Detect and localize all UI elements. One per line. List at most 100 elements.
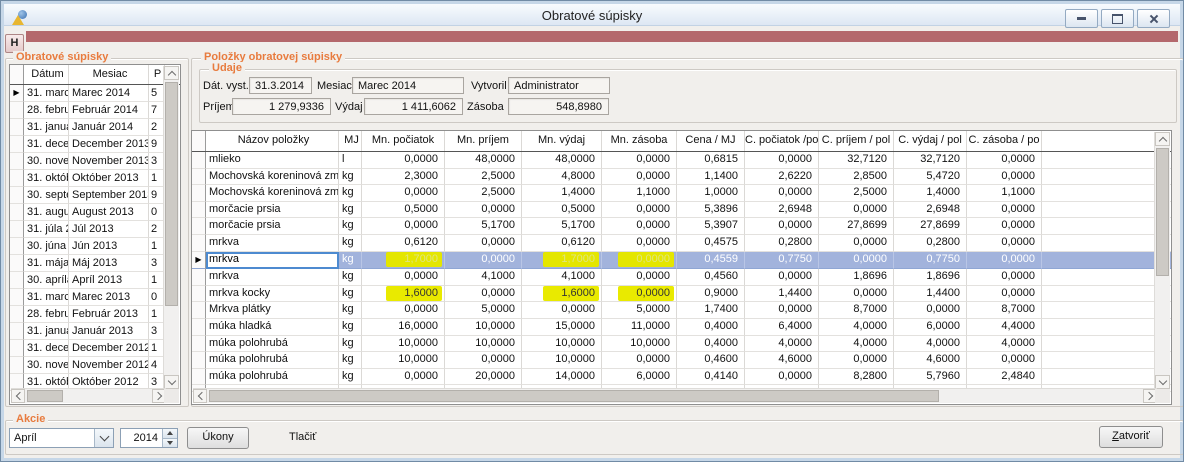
- spin-down-button[interactable]: [163, 438, 177, 448]
- column-header[interactable]: C. príjem / pol: [819, 131, 894, 151]
- value-cell: 32,7120: [819, 152, 894, 169]
- combo-dropdown-button[interactable]: [94, 429, 113, 447]
- ukony-button[interactable]: Úkony: [187, 427, 249, 449]
- table-row[interactable]: Mochovská koreninová zmeskg0,00002,50001…: [192, 185, 1171, 202]
- value-cell: 14,0000: [522, 369, 602, 386]
- scroll-down-button[interactable]: [1155, 375, 1170, 389]
- value-cell: 2,8500: [819, 169, 894, 186]
- value-cell: 0,0000: [602, 252, 677, 270]
- table-row[interactable]: Mochovská koreninová zmeskg2,30002,50004…: [192, 169, 1171, 186]
- table-row[interactable]: morčacie prsiakg0,50000,00000,50000,0000…: [192, 202, 1171, 219]
- table-row[interactable]: mrkvakg0,00004,10004,10000,00000,45600,0…: [192, 269, 1171, 286]
- list-item[interactable]: 31. decerDecember 20139: [10, 136, 180, 153]
- column-header[interactable]: Mn. výdaj: [522, 131, 602, 151]
- scroll-left-button[interactable]: [11, 389, 25, 403]
- value-cell: 2,4840: [967, 369, 1042, 386]
- unit-cell: l: [339, 152, 362, 169]
- name-cell: Mochovská koreninová zmes: [206, 185, 339, 202]
- column-header[interactable]: Cena / MJ: [677, 131, 745, 151]
- scrollbar-thumb[interactable]: [209, 390, 939, 402]
- scrollbar-thumb[interactable]: [165, 82, 178, 306]
- list-item[interactable]: 30. noverNovember 20124: [10, 357, 180, 374]
- scroll-up-button[interactable]: [1155, 132, 1170, 146]
- filler-cell: [1042, 152, 1171, 169]
- close-button[interactable]: Zatvoriť: [1099, 426, 1163, 448]
- column-header[interactable]: Dátum: [24, 65, 69, 84]
- close-window-button[interactable]: [1137, 9, 1170, 28]
- row-gutter: [10, 340, 24, 357]
- list-item[interactable]: 30. aprílaApríl 20131: [10, 272, 180, 289]
- chevron-left-icon: [15, 392, 23, 400]
- scrollbar-thumb[interactable]: [27, 390, 63, 402]
- value-cell: 0,4600: [677, 352, 745, 369]
- column-header[interactable]: Mn. zásoba: [602, 131, 677, 151]
- table-row[interactable]: mliekol0,000048,000048,00000,00000,68150…: [192, 152, 1171, 169]
- list-item[interactable]: 28. februFebruár 20147: [10, 102, 180, 119]
- value-cell: 4,1000: [445, 269, 522, 286]
- unit-cell: kg: [339, 352, 362, 369]
- list-item[interactable]: 31. januaJanuár 20133: [10, 323, 180, 340]
- list-vertical-scrollbar[interactable]: [163, 66, 179, 389]
- name-cell: Mochovská koreninová zmes: [206, 169, 339, 186]
- title-bar[interactable]: Obratové súpisky: [4, 4, 1180, 26]
- value-cell: 27,8699: [894, 218, 967, 235]
- value-cell: 5,7960: [894, 369, 967, 386]
- list-item[interactable]: 31. decerDecember 20121: [10, 340, 180, 357]
- value-cell: 48,0000: [522, 152, 602, 169]
- scrollbar-thumb[interactable]: [1156, 148, 1169, 276]
- list-item[interactable]: 28. februFebruár 20131: [10, 306, 180, 323]
- year-stepper[interactable]: 2014: [120, 428, 178, 448]
- column-header[interactable]: Mn. príjem: [445, 131, 522, 151]
- list-item[interactable]: ▶31. marcaMarec 20145: [10, 85, 180, 102]
- table-row[interactable]: múka polohrubákg0,000020,000014,00006,00…: [192, 369, 1171, 386]
- column-header[interactable]: C. výdaj / pol: [894, 131, 967, 151]
- list-item[interactable]: 30. noverNovember 20133: [10, 153, 180, 170]
- list-item[interactable]: 31. októbOktóber 20131: [10, 170, 180, 187]
- list-horizontal-scrollbar[interactable]: [11, 388, 166, 403]
- table-row[interactable]: mrkvakg0,61200,00000,61200,00000,45750,2…: [192, 235, 1171, 252]
- table-row[interactable]: mrkva kockykg1,60000,00001,60000,00000,9…: [192, 286, 1171, 303]
- list-item[interactable]: 31. júla 2Júl 20132: [10, 221, 180, 238]
- list-item[interactable]: 30. septeSeptember 20139: [10, 187, 180, 204]
- table-row[interactable]: múka polohrubákg10,00000,000010,00000,00…: [192, 352, 1171, 369]
- column-header[interactable]: Mn. počiatok: [362, 131, 445, 151]
- value-cell: 10,0000: [602, 336, 677, 353]
- list-item[interactable]: 31. marcaMarec 20130: [10, 289, 180, 306]
- value-cell: 0,0000: [522, 302, 602, 319]
- value-cell: 15,0000: [522, 319, 602, 336]
- value-cell: 1,4000: [894, 185, 967, 202]
- value-cell: 27,8699: [819, 218, 894, 235]
- dates-list-rows: ▶31. marcaMarec 2014528. februFebruár 20…: [10, 85, 180, 391]
- minimize-button[interactable]: [1065, 9, 1098, 28]
- filler-cell: [1042, 269, 1171, 286]
- column-header[interactable]: MJ: [339, 131, 362, 151]
- table-row[interactable]: múka polohrubákg10,000010,000010,000010,…: [192, 336, 1171, 353]
- name-cell: morčacie prsia: [206, 202, 339, 219]
- table-vertical-scrollbar[interactable]: [1154, 132, 1170, 389]
- month-cell: Marec 2014: [69, 85, 149, 102]
- list-item[interactable]: 31. mája 2Máj 20133: [10, 255, 180, 272]
- list-item[interactable]: 31. januaJanuár 20142: [10, 119, 180, 136]
- value-cell: 11,0000: [602, 319, 677, 336]
- column-header[interactable]: C. počiatok /po: [745, 131, 819, 151]
- table-row[interactable]: ▶mrkvakg1,70000,00001,70000,00000,45590,…: [192, 251, 1171, 270]
- column-header[interactable]: C. zásoba / po: [967, 131, 1042, 151]
- table-row[interactable]: múka hladkákg16,000010,000015,000011,000…: [192, 319, 1171, 336]
- scroll-left-button[interactable]: [193, 389, 207, 403]
- list-item[interactable]: 31. augusAugust 20130: [10, 204, 180, 221]
- row-gutter: [10, 187, 24, 204]
- items-table[interactable]: Názov položkyMJMn. počiatokMn. príjemMn.…: [191, 130, 1172, 405]
- table-row[interactable]: Mrkva plátkykg0,00005,00000,00005,00001,…: [192, 302, 1171, 319]
- table-row[interactable]: morčacie prsiakg0,00005,17005,17000,0000…: [192, 218, 1171, 235]
- column-header[interactable]: Názov položky: [206, 131, 339, 151]
- dates-list[interactable]: DátumMesiacP ▶31. marcaMarec 2014528. fe…: [9, 64, 181, 405]
- actions-groupbox: [5, 420, 1184, 455]
- spin-up-button[interactable]: [163, 429, 177, 438]
- month-select[interactable]: Apríl: [9, 428, 114, 448]
- table-horizontal-scrollbar[interactable]: [193, 388, 1157, 403]
- scroll-up-button[interactable]: [164, 66, 179, 80]
- restore-button[interactable]: [1101, 9, 1134, 28]
- column-header[interactable]: Mesiac: [69, 65, 149, 84]
- scroll-down-button[interactable]: [164, 375, 179, 389]
- list-item[interactable]: 30. júna 2Jún 20131: [10, 238, 180, 255]
